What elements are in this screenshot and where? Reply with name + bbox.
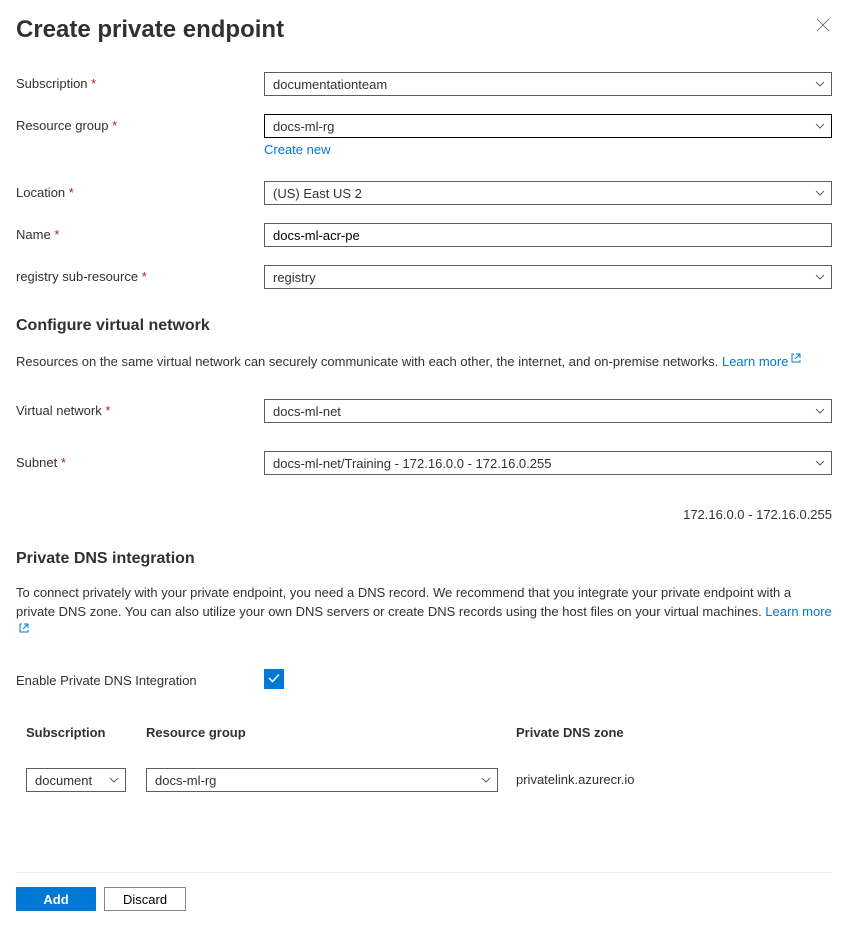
virtual-network-label: Virtual network * <box>16 399 264 418</box>
create-new-link[interactable]: Create new <box>264 142 330 157</box>
discard-button[interactable]: Discard <box>104 887 186 911</box>
resource-group-label: Resource group * <box>16 114 264 133</box>
enable-dns-label: Enable Private DNS Integration <box>16 669 264 688</box>
dns-subscription-select[interactable]: document <box>26 768 126 792</box>
location-select[interactable]: (US) East US 2 <box>264 181 832 205</box>
sub-resource-label: registry sub-resource * <box>16 265 264 284</box>
external-link-icon <box>18 621 30 639</box>
dns-th-zone: Private DNS zone <box>516 725 822 740</box>
subnet-range-text: 172.16.0.0 - 172.16.0.255 <box>16 507 832 522</box>
checkmark-icon <box>267 671 281 688</box>
vnet-section-desc: Resources on the same virtual network ca… <box>16 351 832 371</box>
dns-th-resource-group: Resource group <box>146 725 516 740</box>
subscription-select[interactable]: documentationteam <box>264 72 832 96</box>
sub-resource-select[interactable]: registry <box>264 265 832 289</box>
subscription-label: Subscription * <box>16 72 264 91</box>
close-button[interactable] <box>814 16 832 37</box>
name-label: Name * <box>16 223 264 242</box>
enable-dns-checkbox[interactable] <box>264 669 284 689</box>
dns-resource-group-select[interactable]: docs-ml-rg <box>146 768 498 792</box>
dns-zone-value: privatelink.azurecr.io <box>516 768 822 787</box>
subnet-select[interactable]: docs-ml-net/Training - 172.16.0.0 - 172.… <box>264 451 832 475</box>
page-title: Create private endpoint <box>16 16 284 44</box>
dns-th-subscription: Subscription <box>26 725 146 740</box>
name-input[interactable] <box>264 223 832 247</box>
subnet-label: Subnet * <box>16 451 264 470</box>
chevron-down-icon <box>480 774 492 786</box>
vnet-section-title: Configure virtual network <box>16 317 832 335</box>
dns-section-desc: To connect privately with your private e… <box>16 584 832 641</box>
vnet-learn-more-link[interactable]: Learn more <box>722 354 802 369</box>
add-button[interactable]: Add <box>16 887 96 911</box>
close-icon <box>816 20 830 35</box>
resource-group-select[interactable]: docs-ml-rg <box>264 114 832 138</box>
location-label: Location * <box>16 181 264 200</box>
chevron-down-icon <box>108 774 120 786</box>
virtual-network-select[interactable]: docs-ml-net <box>264 399 832 423</box>
dns-section-title: Private DNS integration <box>16 550 832 568</box>
external-link-icon <box>790 351 802 369</box>
